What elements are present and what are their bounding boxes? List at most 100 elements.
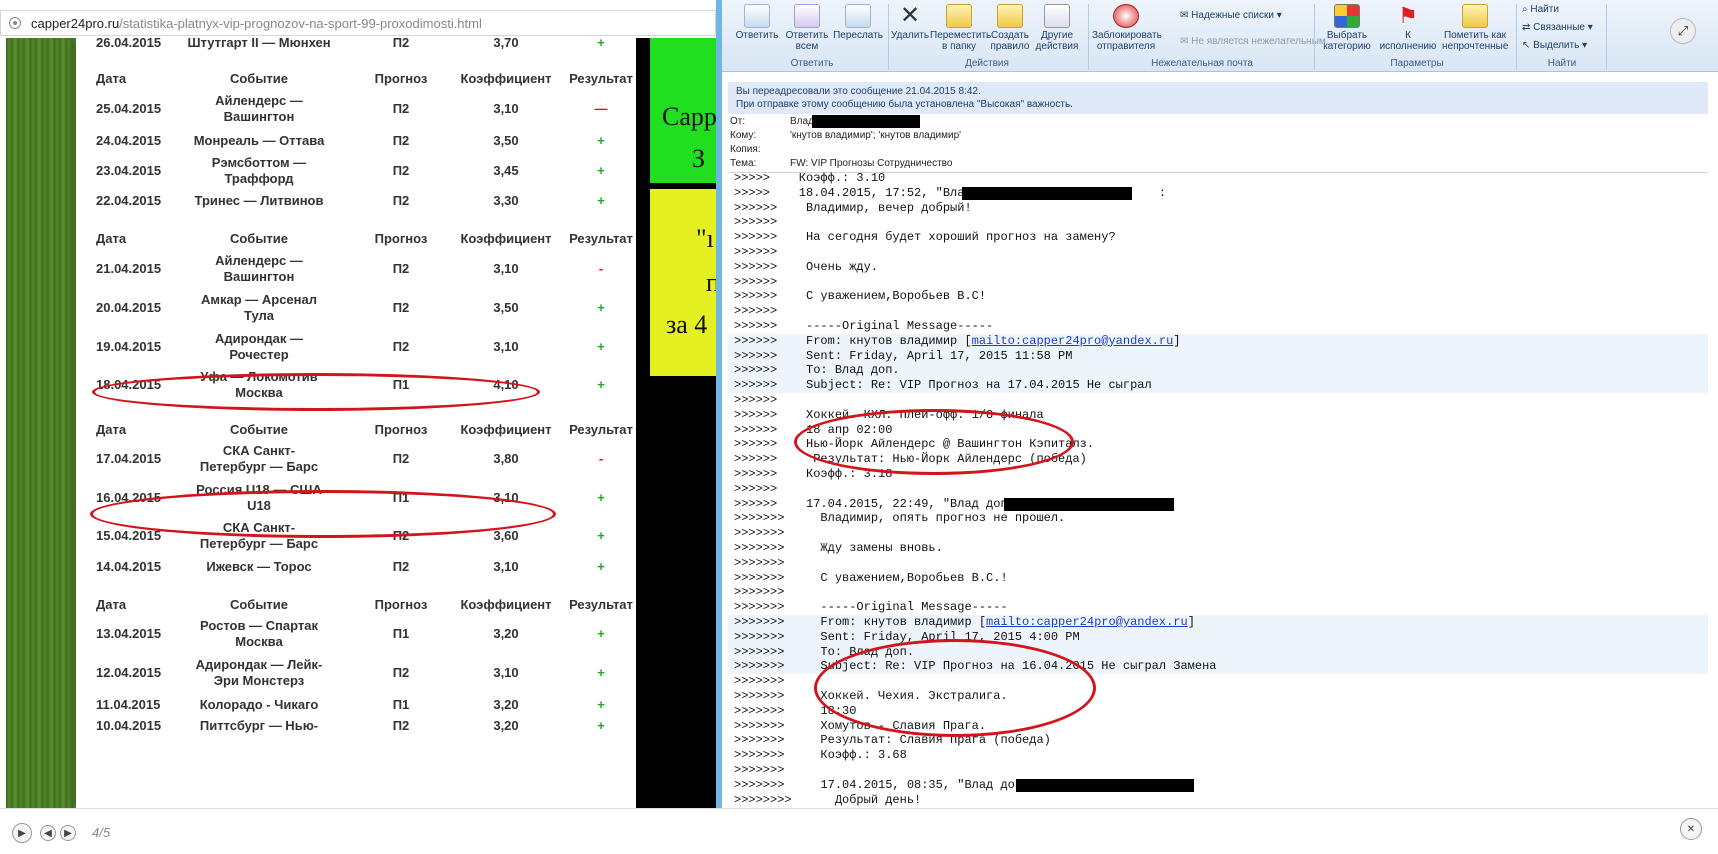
- message-line: >>>>>> From: кнутов владимир [mailto:cap…: [734, 334, 1180, 349]
- forward-icon: [845, 4, 871, 28]
- message-line: >>>>>>> Владимир, опять прогноз не проше…: [734, 511, 1065, 526]
- mailto-link[interactable]: mailto:capper24pro@yandex.ru: [986, 615, 1188, 629]
- play-icon[interactable]: ▶: [12, 823, 32, 843]
- message-line-text: >>>>>>> From: кнутов владимир [: [734, 615, 987, 629]
- expand-icon[interactable]: ⤢: [1670, 18, 1696, 44]
- message-line: >>>>>>: [734, 275, 777, 290]
- header-pick: Прогноз: [374, 231, 428, 246]
- date-cell: 17.04.2015: [96, 451, 162, 466]
- banner-text: З: [692, 144, 706, 173]
- banner-text: "ı: [696, 224, 714, 253]
- header-result: Результат: [569, 422, 633, 437]
- result-cell: +: [597, 193, 605, 208]
- next-icon[interactable]: ▶: [60, 825, 76, 841]
- coef-cell: 3,10: [493, 665, 519, 680]
- website-view: 26.04.2015 Штутгарт II — Мюнхен П2 3,70 + Дат…: [6, 38, 716, 808]
- other-actions-button[interactable]: Другие действия: [1032, 4, 1082, 52]
- message-line: >>>>>> To: Влад доп.: [734, 363, 900, 378]
- result-cell: —: [594, 101, 608, 116]
- message-line: >>>>>> -----Original Message-----: [734, 319, 993, 334]
- header-coef: Коэффициент: [460, 71, 552, 86]
- pick-cell: П2: [392, 300, 410, 315]
- previous-icon[interactable]: ◀: [40, 825, 56, 841]
- message-line-text: >>>>>>: [734, 245, 778, 259]
- related-button[interactable]: ⇄ Связанные ▾: [1522, 22, 1593, 33]
- block-sender-button[interactable]: Заблокировать отправителя: [1092, 4, 1162, 52]
- folder-move-icon: [946, 4, 972, 28]
- event-cell: Ижевск — Торос: [206, 559, 312, 574]
- reply-button[interactable]: Ответить: [734, 4, 780, 41]
- result-cell: +: [597, 528, 605, 543]
- to-label: Кому:: [730, 130, 757, 141]
- not-junk-button[interactable]: ✉ Не является нежелательным: [1180, 36, 1326, 47]
- move-label: Переместить в папку: [930, 30, 992, 52]
- pick-cell: П2: [392, 133, 410, 148]
- select-button[interactable]: ↖ Выделить ▾: [1522, 40, 1587, 51]
- message-line-text: >>>>>> С уважением,Воробьев В.С!: [734, 289, 987, 304]
- mark-unread-label: Пометить как непрочтенные: [1442, 30, 1509, 52]
- event-cell: СКА Санкт-: [222, 443, 296, 458]
- group-find-label: Найти: [1547, 58, 1577, 69]
- event-cell-line2: Эри Монстерз: [213, 673, 305, 688]
- message-line-text: >>>>>>>: [734, 585, 785, 600]
- table-header-row: Дата Событие Прогноз Коэффициент Результат: [76, 596, 636, 616]
- coef-cell: 3,50: [493, 300, 519, 315]
- to-value[interactable]: 'кнутов владимир'; 'кнутов владимир': [790, 130, 961, 141]
- safe-lists-button[interactable]: ✉ Надежные списки ▾: [1180, 10, 1282, 21]
- message-line: >>>>>> Владимир, вечер добрый!: [734, 201, 972, 216]
- move-to-folder-button[interactable]: Переместить в папку: [930, 4, 992, 52]
- reply-all-button[interactable]: Ответить всем: [782, 4, 832, 52]
- site-info-icon[interactable]: [9, 17, 21, 29]
- table-row: 12.04.2015 Адирондак — Лейк- Эри Монстерз П…: [76, 656, 636, 692]
- message-line-text: >>>>>> -----Original Message-----: [734, 319, 994, 333]
- outlook-message-window: Ответить Ответить всем Переслать Ответит…: [716, 0, 1718, 808]
- coef-cell: 3,45: [493, 163, 519, 178]
- from-value[interactable]: Влад: [790, 116, 814, 127]
- info-bar: Вы переадресовали это сообщение 21.04.20…: [728, 82, 1708, 114]
- delete-button[interactable]: ✕ Удалить: [890, 4, 930, 42]
- not-junk-label: Не является нежелательным: [1191, 36, 1326, 47]
- redaction-bar: [962, 186, 1132, 200]
- close-icon[interactable]: ✕: [1680, 818, 1702, 840]
- safe-lists-label: Надежные списки: [1191, 10, 1274, 21]
- message-line-text: >>>>>>> Результат: Славия Прага (победа): [734, 733, 1051, 748]
- followup-label: К исполнению: [1379, 30, 1437, 52]
- mailto-link[interactable]: mailto:capper24pro@yandex.ru: [972, 334, 1174, 348]
- find-button[interactable]: ⌕ Найти: [1522, 4, 1559, 15]
- pick-cell: П2: [392, 101, 410, 116]
- header-coef: Коэффициент: [460, 597, 552, 612]
- url-path: /statistika-platnyx-vip-prognozov-na-spo…: [119, 15, 482, 31]
- message-line: >>>>>>>: [734, 763, 784, 778]
- event-cell: Тринес — Литвинов: [194, 193, 324, 208]
- date-cell: 12.04.2015: [96, 665, 162, 680]
- result-cell: +: [597, 38, 605, 50]
- message-line-text: >>>>>>>: [734, 763, 785, 777]
- message-line: >>>>>>> 17.04.2015, 08:35, "Влад доп." <: [734, 778, 1051, 793]
- address-bar[interactable]: capper24pro.ru/statistika-platnyx-vip-pr…: [0, 10, 716, 36]
- event-cell: Адирондак — Лейк-: [195, 657, 323, 672]
- message-line-text: >>>>>>>: [734, 555, 785, 570]
- pick-cell: П2: [392, 193, 410, 208]
- header-date: Дата: [96, 71, 127, 86]
- event-cell: Адирондак —: [215, 331, 303, 346]
- mark-unread-button[interactable]: Пометить как непрочтенные: [1442, 4, 1508, 52]
- header-event: Событие: [229, 231, 289, 246]
- table-row: 10.04.2015 Питтсбург — Нью- П2 3,20 +: [76, 717, 636, 737]
- ribbon-divider: [1606, 4, 1607, 70]
- reply-icon: [744, 4, 770, 28]
- categorize-button[interactable]: Выбрать категорию: [1318, 4, 1376, 52]
- message-line: >>>>>>>: [734, 585, 784, 600]
- followup-button[interactable]: ⚑ К исполнению: [1376, 4, 1440, 53]
- message-line: >>>>>> Очень жду.: [734, 260, 878, 275]
- message-line-text: >>>>>>> 17.04.2015, 08:35, "Влад доп." <: [734, 777, 1051, 792]
- event-cell: Айлендерс —: [215, 253, 303, 268]
- message-body[interactable]: >>>>> Коэфф.: 3.10 >>>>> 18.04.2015, 17:5…: [728, 171, 1708, 808]
- forward-button[interactable]: Переслать: [832, 4, 884, 41]
- table-row: 26.04.2015 Штутгарт II — Мюнхен П2 3,70 +: [76, 38, 636, 54]
- slide-counter: 4/5: [92, 825, 111, 840]
- statistics-table: 26.04.2015 Штутгарт II — Мюнхен П2 3,70 + Дат…: [76, 38, 636, 808]
- message-line: >>>>>> 17.04.2015, 22:49, "Влад доп." <: [734, 497, 1036, 512]
- pick-cell: П2: [392, 261, 410, 276]
- block-sender-label: Заблокировать отправителя: [1092, 30, 1162, 52]
- create-rule-button[interactable]: Создать правило: [988, 4, 1032, 52]
